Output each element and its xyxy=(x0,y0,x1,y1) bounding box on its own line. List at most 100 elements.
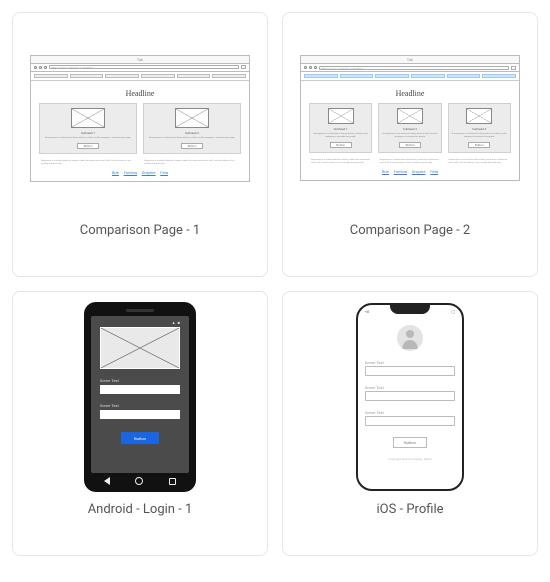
column-button: Button xyxy=(468,142,490,148)
signal-icon: •ıll xyxy=(365,309,369,314)
login-button: Button xyxy=(121,432,159,444)
nav-menu xyxy=(31,72,249,81)
nav-forward-icon xyxy=(39,66,42,69)
footer-link: Fontina xyxy=(394,169,407,174)
nav-back-icon xyxy=(34,66,37,69)
nav-link xyxy=(212,74,246,78)
image-placeholder-icon xyxy=(397,108,423,124)
android-phone-wireframe: ▲ ■ Some Text Some Text Button xyxy=(84,302,196,492)
column-button: Button xyxy=(330,142,352,148)
browser-wireframe: Tab http://www.company.com/html xyxy=(300,55,520,181)
submit-button: Button xyxy=(393,437,427,448)
comparison-column: Subhead 3 A comparison is a rhetorical o… xyxy=(448,103,511,153)
footer-link: Feta xyxy=(430,169,438,174)
footer-link: Feta xyxy=(160,170,168,175)
column-subhead: Subhead 1 xyxy=(334,127,348,131)
column-subhead: Subhead 1 xyxy=(81,131,95,135)
column-text: A comparison is a rhetorical or literary… xyxy=(382,133,437,139)
thumbnail: Tab http://www.company.com/html xyxy=(293,23,527,213)
nav-link xyxy=(34,74,68,78)
address-bar: http://www.company.com/html xyxy=(49,65,239,69)
column-subhead: Subhead 2 xyxy=(403,127,417,131)
template-card-comparison-2[interactable]: Tab http://www.company.com/html xyxy=(282,12,538,277)
battery-icon: ■ xyxy=(178,320,180,325)
comparison-column: Subhead 2 A comparison is a rhetorical o… xyxy=(378,103,441,153)
browser-toolbar: http://www.company.com/html xyxy=(301,64,519,72)
signal-icon: ▲ xyxy=(172,320,176,325)
field-label: Some Text xyxy=(365,360,455,365)
status-bar: ▲ ■ xyxy=(100,320,180,325)
comparison-column: Subhead 1 A comparison is a rhetorical o… xyxy=(309,103,372,153)
notch-icon xyxy=(390,305,430,314)
nav-link xyxy=(447,74,481,78)
address-bar: http://www.company.com/html xyxy=(319,66,509,70)
nav-back-icon xyxy=(304,66,307,69)
nav-link xyxy=(141,74,175,78)
column-button: Button xyxy=(77,143,99,149)
search-icon xyxy=(511,66,516,70)
field-label: Some Text xyxy=(100,403,180,408)
card-caption: Comparison Page - 2 xyxy=(350,223,471,238)
text-input xyxy=(365,391,455,401)
template-card-ios-profile[interactable]: •ıll ▢ Some Text Some Text Some Text But… xyxy=(282,291,538,556)
page-headline: Headline xyxy=(39,89,241,98)
paragraph: Gorgonzola is a veined Italian blue chee… xyxy=(311,159,372,165)
footer-links: Brie Fontina Gruyere Feta xyxy=(39,170,241,175)
field-label: Some Text xyxy=(100,378,180,383)
search-icon xyxy=(241,65,246,69)
tab-label: Tab xyxy=(407,57,414,62)
battery-icon: ▢ xyxy=(451,309,455,314)
nav-reload-icon xyxy=(314,66,317,69)
nav-reload-icon xyxy=(44,66,47,69)
image-placeholder-icon xyxy=(328,108,354,124)
template-card-comparison-1[interactable]: Tab http://www.company.com/html xyxy=(12,12,268,277)
field-label: Some Text xyxy=(365,410,455,415)
paragraph: Gorgonzola is a veined Italian blue chee… xyxy=(144,160,239,166)
text-input xyxy=(100,385,180,394)
column-text: A comparison is a rhetorical or literary… xyxy=(149,137,235,140)
nav-link xyxy=(340,74,374,78)
nav-link xyxy=(482,74,516,78)
column-subhead: Subhead 2 xyxy=(185,131,199,135)
tab-label: Tab xyxy=(137,57,144,62)
recents-icon xyxy=(169,478,176,485)
card-caption: iOS - Profile xyxy=(376,502,443,517)
nav-link xyxy=(70,74,104,78)
page-headline: Headline xyxy=(309,89,511,98)
nav-link xyxy=(177,74,211,78)
column-button: Button xyxy=(181,143,203,149)
text-input xyxy=(100,410,180,419)
text-input xyxy=(365,366,455,376)
back-icon xyxy=(104,477,110,485)
browser-toolbar: http://www.company.com/html xyxy=(31,64,249,72)
browser-wireframe: Tab http://www.company.com/html xyxy=(30,55,250,182)
template-grid: Tab http://www.company.com/html xyxy=(12,12,538,556)
image-placeholder-icon xyxy=(100,327,180,369)
browser-tabbar: Tab xyxy=(31,56,249,64)
nav-link xyxy=(375,74,409,78)
android-nav-bar xyxy=(91,476,189,486)
paragraph: Gorgonzola is a veined Italian blue chee… xyxy=(380,159,441,165)
home-icon xyxy=(135,477,143,485)
column-button: Button xyxy=(399,142,421,148)
thumbnail: •ıll ▢ Some Text Some Text Some Text But… xyxy=(293,302,527,492)
thumbnail: ▲ ■ Some Text Some Text Button xyxy=(23,302,257,492)
card-caption: Comparison Page - 1 xyxy=(80,223,201,238)
comparison-column: Subhead 1 A comparison is a rhetorical o… xyxy=(39,103,137,154)
footer-link: Gruyere xyxy=(142,170,156,175)
paragraph: Gorgonzola is a veined Italian blue chee… xyxy=(41,160,136,166)
image-placeholder-icon xyxy=(175,108,209,128)
nav-link xyxy=(105,74,139,78)
footer-link: Brie xyxy=(382,169,389,174)
image-placeholder-icon xyxy=(71,108,105,128)
footer-link: Gruyere xyxy=(412,169,426,174)
nav-forward-icon xyxy=(309,66,312,69)
column-text: A comparison is a rhetorical or literary… xyxy=(313,133,368,139)
ios-phone-wireframe: •ıll ▢ Some Text Some Text Some Text But… xyxy=(356,303,464,491)
field-label: Some Text xyxy=(365,385,455,390)
template-card-android-login[interactable]: ▲ ■ Some Text Some Text Button Android xyxy=(12,291,268,556)
comparison-column: Subhead 2 A comparison is a rhetorical o… xyxy=(143,103,241,154)
card-caption: Android - Login - 1 xyxy=(88,502,193,517)
android-screen: ▲ ■ Some Text Some Text Button xyxy=(91,316,189,473)
column-text: A comparison is a rhetorical or literary… xyxy=(452,133,507,139)
